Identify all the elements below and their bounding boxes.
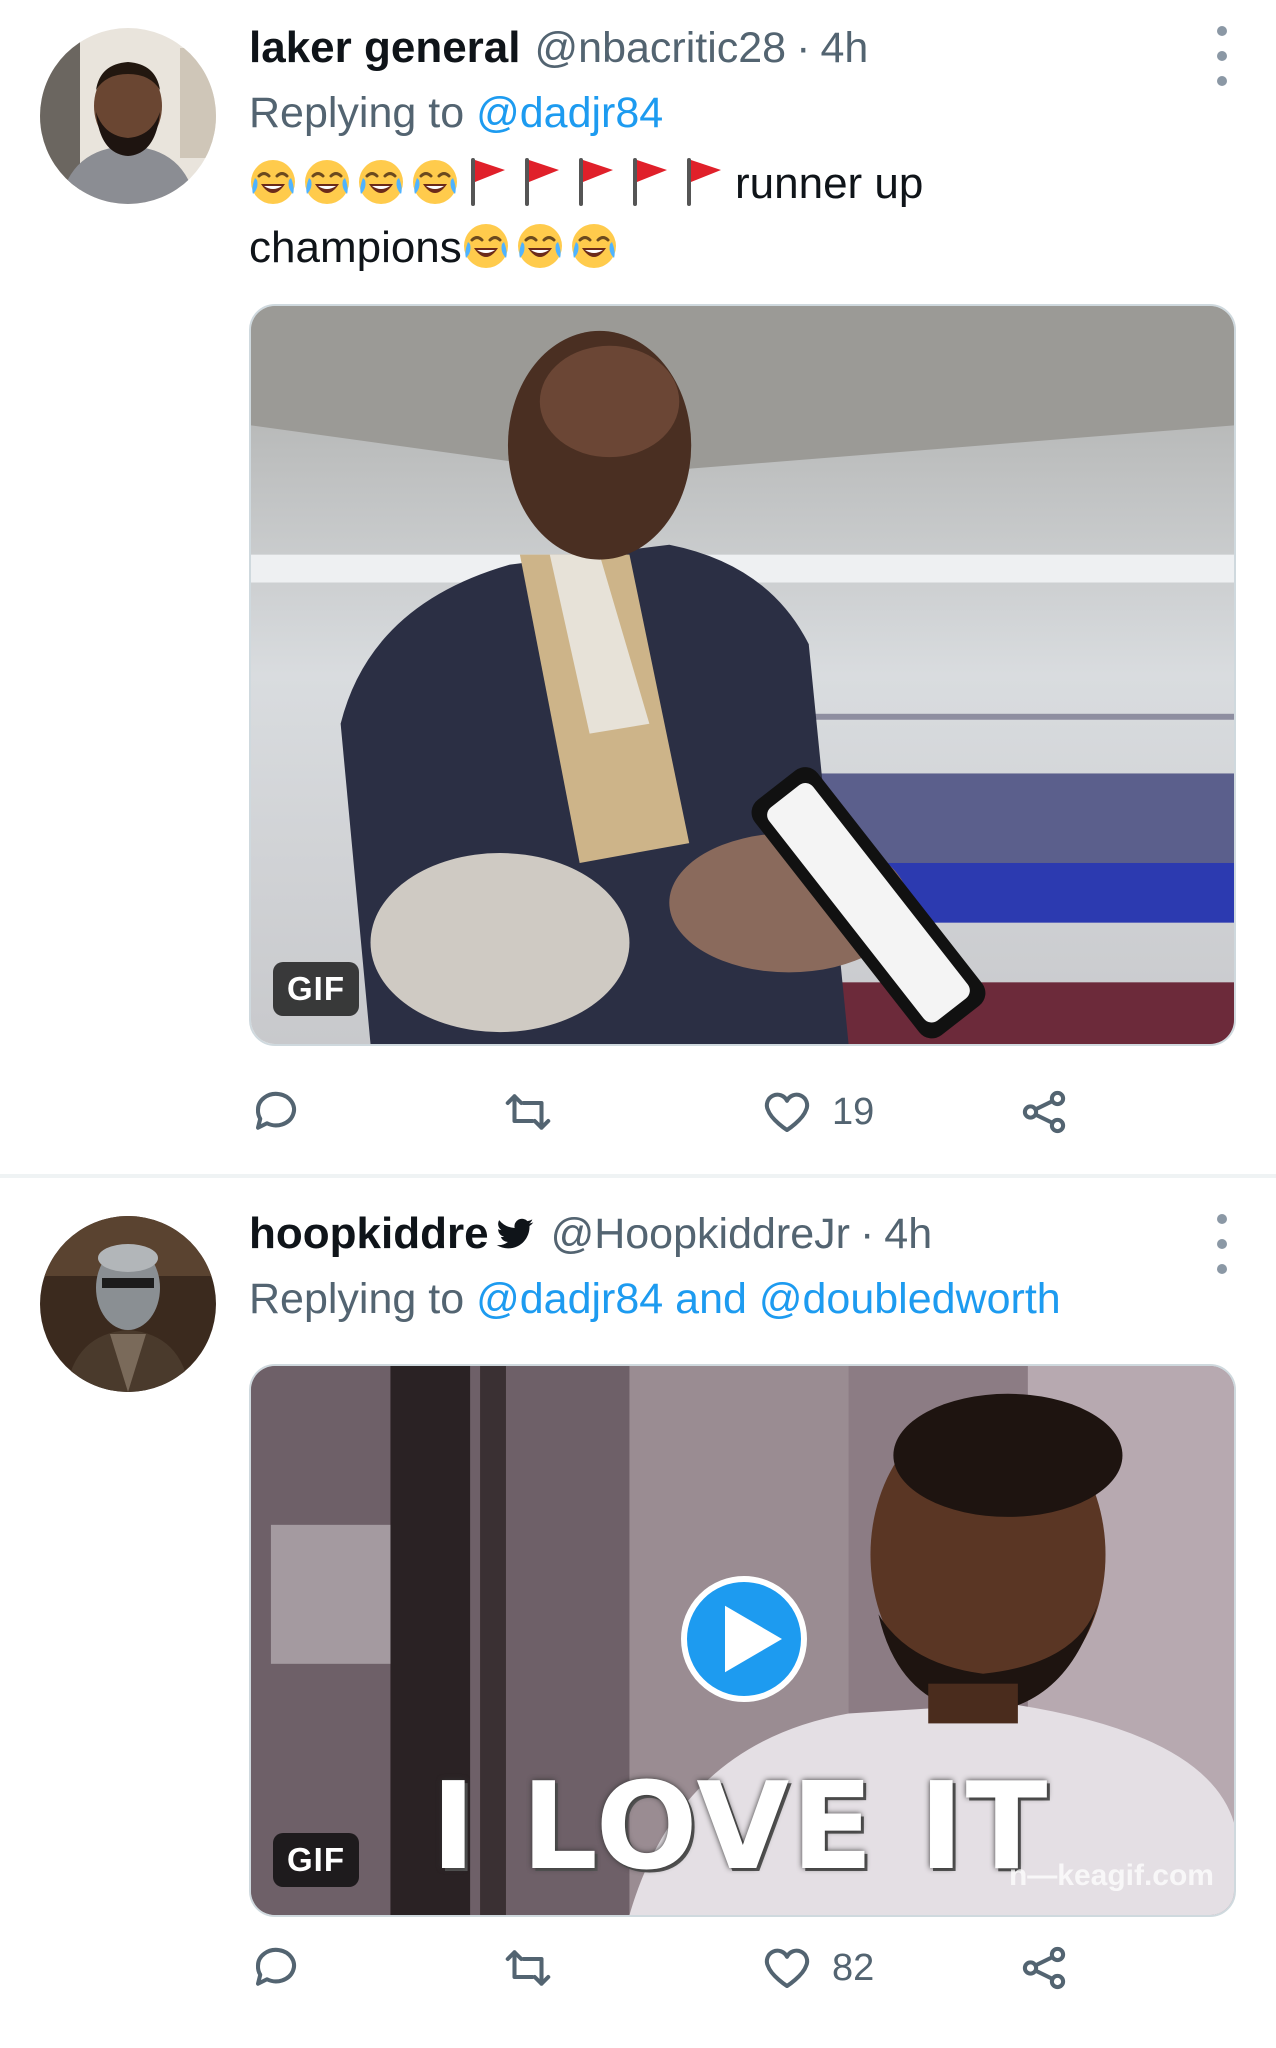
play-icon [725,1605,782,1673]
face-with-tears-of-joy-icon [571,224,616,268]
avatar-image [40,28,216,204]
face-with-tears-of-joy-icon [359,160,403,204]
tweet[interactable]: hoopkiddre @HoopkiddreJr · 4h Replying t… [0,1178,1276,2048]
more-dot [1217,1264,1227,1274]
separator-dot: · [796,23,811,72]
play-button[interactable] [681,1576,807,1702]
like-count: 82 [832,1946,875,1989]
face-with-tears-of-joy-icon [517,224,562,268]
avatar[interactable] [40,1216,216,1392]
more-dot [1217,76,1227,86]
red-flag-icon [579,158,613,206]
display-name[interactable]: laker general [249,23,521,73]
user-handle[interactable]: @HoopkiddreJr [551,1210,850,1259]
share-button[interactable] [1017,1938,1071,1998]
tweet-content: hoopkiddre @HoopkiddreJr · 4h Replying t… [249,1204,1236,1334]
gif-badge: GIF [273,1833,359,1887]
tweet-content: laker general @nbacritic28 · 4h Replying… [249,18,1236,280]
face-with-tears-of-joy-icon [413,160,457,204]
tweet-text-part: champions [249,223,462,272]
gif-image [251,306,1234,1044]
share-button[interactable] [1017,1082,1071,1142]
retweet-icon [505,1950,551,1986]
reply-button[interactable] [249,1938,321,1998]
share-icon [1022,1946,1066,1990]
like-count: 19 [832,1090,875,1133]
replying-prefix: Replying to [249,1275,465,1323]
face-with-tears-of-joy-icon [463,224,508,268]
heart-icon [764,1948,810,1989]
reply-icon [255,1947,297,1986]
like-button[interactable]: 82 [760,1938,874,1998]
action-bar: 82 [249,1938,1149,1998]
share-icon [1022,1090,1066,1134]
red-flag-icon [471,158,505,206]
replying-prefix: Replying to [249,89,465,137]
mention-link[interactable]: @dadjr84 [476,89,663,137]
retweet-button[interactable] [501,1938,573,1998]
gif-watermark: n—keagif.com [1008,1859,1214,1892]
mention-link[interactable]: @dadjr84 [476,1275,663,1323]
bird-icon [496,1218,533,1249]
timestamp[interactable]: 4h [820,24,868,73]
replying-to-line: Replying to @dadjr84 [249,78,1236,148]
gif-caption: I LOVE IT [431,1758,1050,1897]
gif-badge: GIF [273,962,359,1016]
red-flag-icon [633,158,667,206]
mention-link[interactable]: @doubledworth [759,1275,1061,1323]
face-with-tears-of-joy-icon [305,160,349,204]
tweet-header: laker general @nbacritic28 · 4h [249,18,1236,78]
replying-to-line: Replying to @dadjr84 and @doubledworth [249,1264,1236,1334]
gif-media[interactable]: I LOVE IT n—keagif.com GIF [249,1364,1236,1917]
timestamp[interactable]: 4h [884,1210,932,1259]
reply-button[interactable] [249,1082,321,1142]
retweet-icon [505,1094,551,1130]
tweet-feed: laker general @nbacritic28 · 4h Replying… [0,0,1276,2048]
avatar[interactable] [40,28,216,204]
more-dot [1217,1239,1227,1249]
reply-icon [255,1091,297,1130]
more-options-button[interactable] [1208,26,1236,86]
more-dot [1217,1214,1227,1224]
more-options-button[interactable] [1208,1214,1236,1274]
gif-media[interactable]: GIF [249,304,1236,1046]
user-handle[interactable]: @nbacritic28 [535,24,787,73]
heart-icon [764,1092,810,1133]
tweet-text: runner up champions [249,152,1236,280]
avatar-image [40,1216,216,1392]
more-dot [1217,51,1227,61]
display-name[interactable]: hoopkiddre [249,1209,489,1259]
tweet-header: hoopkiddre @HoopkiddreJr · 4h [249,1204,1236,1264]
separator-dot: · [859,1209,875,1258]
more-dot [1217,26,1227,36]
tweet[interactable]: laker general @nbacritic28 · 4h Replying… [0,0,1276,1175]
action-bar: 19 [249,1082,1149,1142]
tweet-text-part: runner up [735,159,924,208]
face-with-tears-of-joy-icon [251,160,295,204]
retweet-button[interactable] [501,1082,573,1142]
red-flag-icon [687,158,721,206]
like-button[interactable]: 19 [760,1082,874,1142]
replying-joiner[interactable]: and [675,1275,747,1323]
red-flag-icon [525,158,559,206]
